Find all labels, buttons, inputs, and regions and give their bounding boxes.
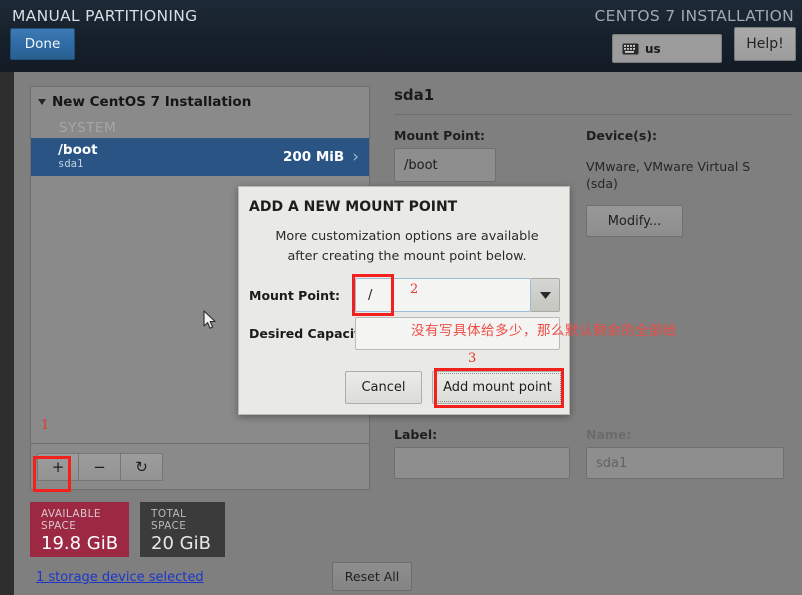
reset-all-button[interactable]: Reset All bbox=[332, 562, 412, 591]
storage-device-link[interactable]: 1 storage device selected bbox=[36, 570, 204, 585]
add-partition-button[interactable]: + bbox=[37, 453, 79, 481]
detail-divider bbox=[394, 114, 792, 115]
left-rail bbox=[0, 72, 14, 595]
partition-row-main: /boot sda1 bbox=[31, 143, 283, 171]
product-title: CENTOS 7 INSTALLATION bbox=[594, 7, 794, 25]
dropdown-arrow-icon[interactable] bbox=[531, 278, 560, 312]
keyboard-icon bbox=[622, 43, 639, 55]
page-title: MANUAL PARTITIONING bbox=[12, 7, 198, 25]
partition-row-boot[interactable]: /boot sda1 200 MiB › bbox=[31, 138, 369, 176]
partition-section-label: SYSTEM bbox=[59, 120, 117, 136]
partition-group-header[interactable]: New CentOS 7 Installation bbox=[31, 87, 369, 117]
dialog-desired-capacity-input[interactable] bbox=[355, 317, 560, 350]
detail-mount-point-label: Mount Point: bbox=[394, 128, 486, 143]
partition-toolbar: + − ↻ bbox=[30, 444, 370, 490]
dialog-cancel-button[interactable]: Cancel bbox=[345, 371, 422, 404]
keyboard-layout-indicator[interactable]: us bbox=[612, 34, 722, 63]
modify-button[interactable]: Modify... bbox=[586, 205, 683, 237]
keyboard-layout-label: us bbox=[645, 41, 661, 56]
partition-device-label: sda1 bbox=[58, 158, 84, 170]
dialog-mount-point-input[interactable]: / bbox=[355, 278, 531, 312]
dialog-add-mount-point-button[interactable]: Add mount point bbox=[432, 371, 563, 404]
available-space-caption: AVAILABLE SPACE bbox=[41, 508, 101, 532]
detail-name-label: Name: bbox=[586, 427, 632, 442]
detail-title: sda1 bbox=[394, 86, 435, 104]
total-space-box: TOTAL SPACE 20 GiB bbox=[140, 502, 225, 557]
dialog-title: ADD A NEW MOUNT POINT bbox=[249, 199, 458, 215]
detail-name-field: sda1 bbox=[586, 447, 784, 479]
installer-window: MANUAL PARTITIONING CENTOS 7 INSTALLATIO… bbox=[0, 0, 802, 595]
total-space-value: 20 GiB bbox=[151, 533, 211, 554]
window-header: MANUAL PARTITIONING CENTOS 7 INSTALLATIO… bbox=[0, 0, 802, 72]
dialog-mount-point-label: Mount Point: bbox=[249, 288, 341, 303]
partition-mount-label: /boot bbox=[58, 142, 98, 158]
chevron-down-icon bbox=[38, 99, 46, 105]
partition-size-label: 200 MiB bbox=[282, 149, 345, 165]
available-space-box: AVAILABLE SPACE 19.8 GiB bbox=[30, 502, 129, 557]
detail-devices-value: VMware, VMware Virtual S (sda) bbox=[586, 159, 751, 191]
chevron-right-icon: › bbox=[352, 146, 359, 167]
dialog-subtitle: More customization options are available… bbox=[275, 229, 539, 264]
detail-devices-label: Device(s): bbox=[586, 128, 658, 143]
total-space-caption: TOTAL SPACE bbox=[151, 508, 187, 532]
refresh-button[interactable]: ↻ bbox=[121, 453, 163, 481]
partition-group-label: New CentOS 7 Installation bbox=[52, 94, 252, 110]
remove-partition-button[interactable]: − bbox=[79, 453, 121, 481]
done-button[interactable]: Done bbox=[10, 28, 75, 60]
detail-mount-point-field[interactable]: /boot bbox=[394, 148, 496, 182]
available-space-value: 19.8 GiB bbox=[41, 533, 119, 554]
detail-label-field[interactable] bbox=[394, 447, 570, 479]
help-button[interactable]: Help! bbox=[734, 27, 796, 61]
detail-label-label: Label: bbox=[394, 427, 438, 442]
